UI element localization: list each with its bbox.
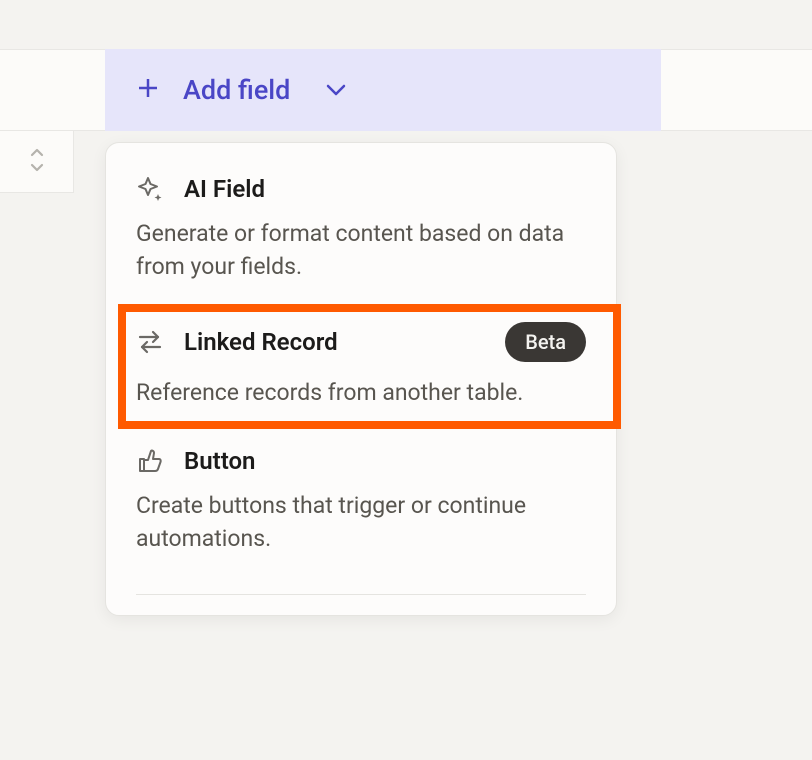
- swap-arrows-icon: [136, 328, 164, 356]
- menu-item-ai-field[interactable]: AI Field Generate or format content base…: [106, 157, 616, 304]
- menu-item-header: Linked Record Beta: [136, 322, 586, 362]
- menu-item-title: Button: [184, 447, 255, 475]
- menu-item-description: Create buttons that trigger or continue …: [136, 489, 586, 556]
- menu-item-title: Linked Record: [184, 328, 338, 356]
- add-field-button[interactable]: Add field: [105, 49, 661, 131]
- menu-item-title: AI Field: [184, 175, 265, 203]
- thumbs-up-icon: [136, 447, 164, 475]
- menu-item-button[interactable]: Button Create buttons that trigger or co…: [106, 429, 616, 576]
- menu-item-header: Button: [136, 447, 586, 475]
- menu-item-linked-record[interactable]: Linked Record Beta Reference records fro…: [106, 304, 616, 429]
- plus-icon: [137, 75, 159, 105]
- chevron-down-icon: [326, 81, 346, 100]
- menu-item-header: AI Field: [136, 175, 586, 203]
- menu-item-description: Reference records from another table.: [136, 376, 586, 409]
- sparkle-icon: [136, 175, 164, 203]
- add-field-label: Add field: [183, 74, 290, 106]
- field-type-dropdown: AI Field Generate or format content base…: [105, 142, 617, 616]
- sort-column-header[interactable]: [0, 131, 74, 193]
- sort-icon: [28, 148, 46, 176]
- dropdown-bottom: [106, 595, 616, 615]
- beta-badge: Beta: [505, 322, 586, 362]
- menu-item-description: Generate or format content based on data…: [136, 217, 586, 284]
